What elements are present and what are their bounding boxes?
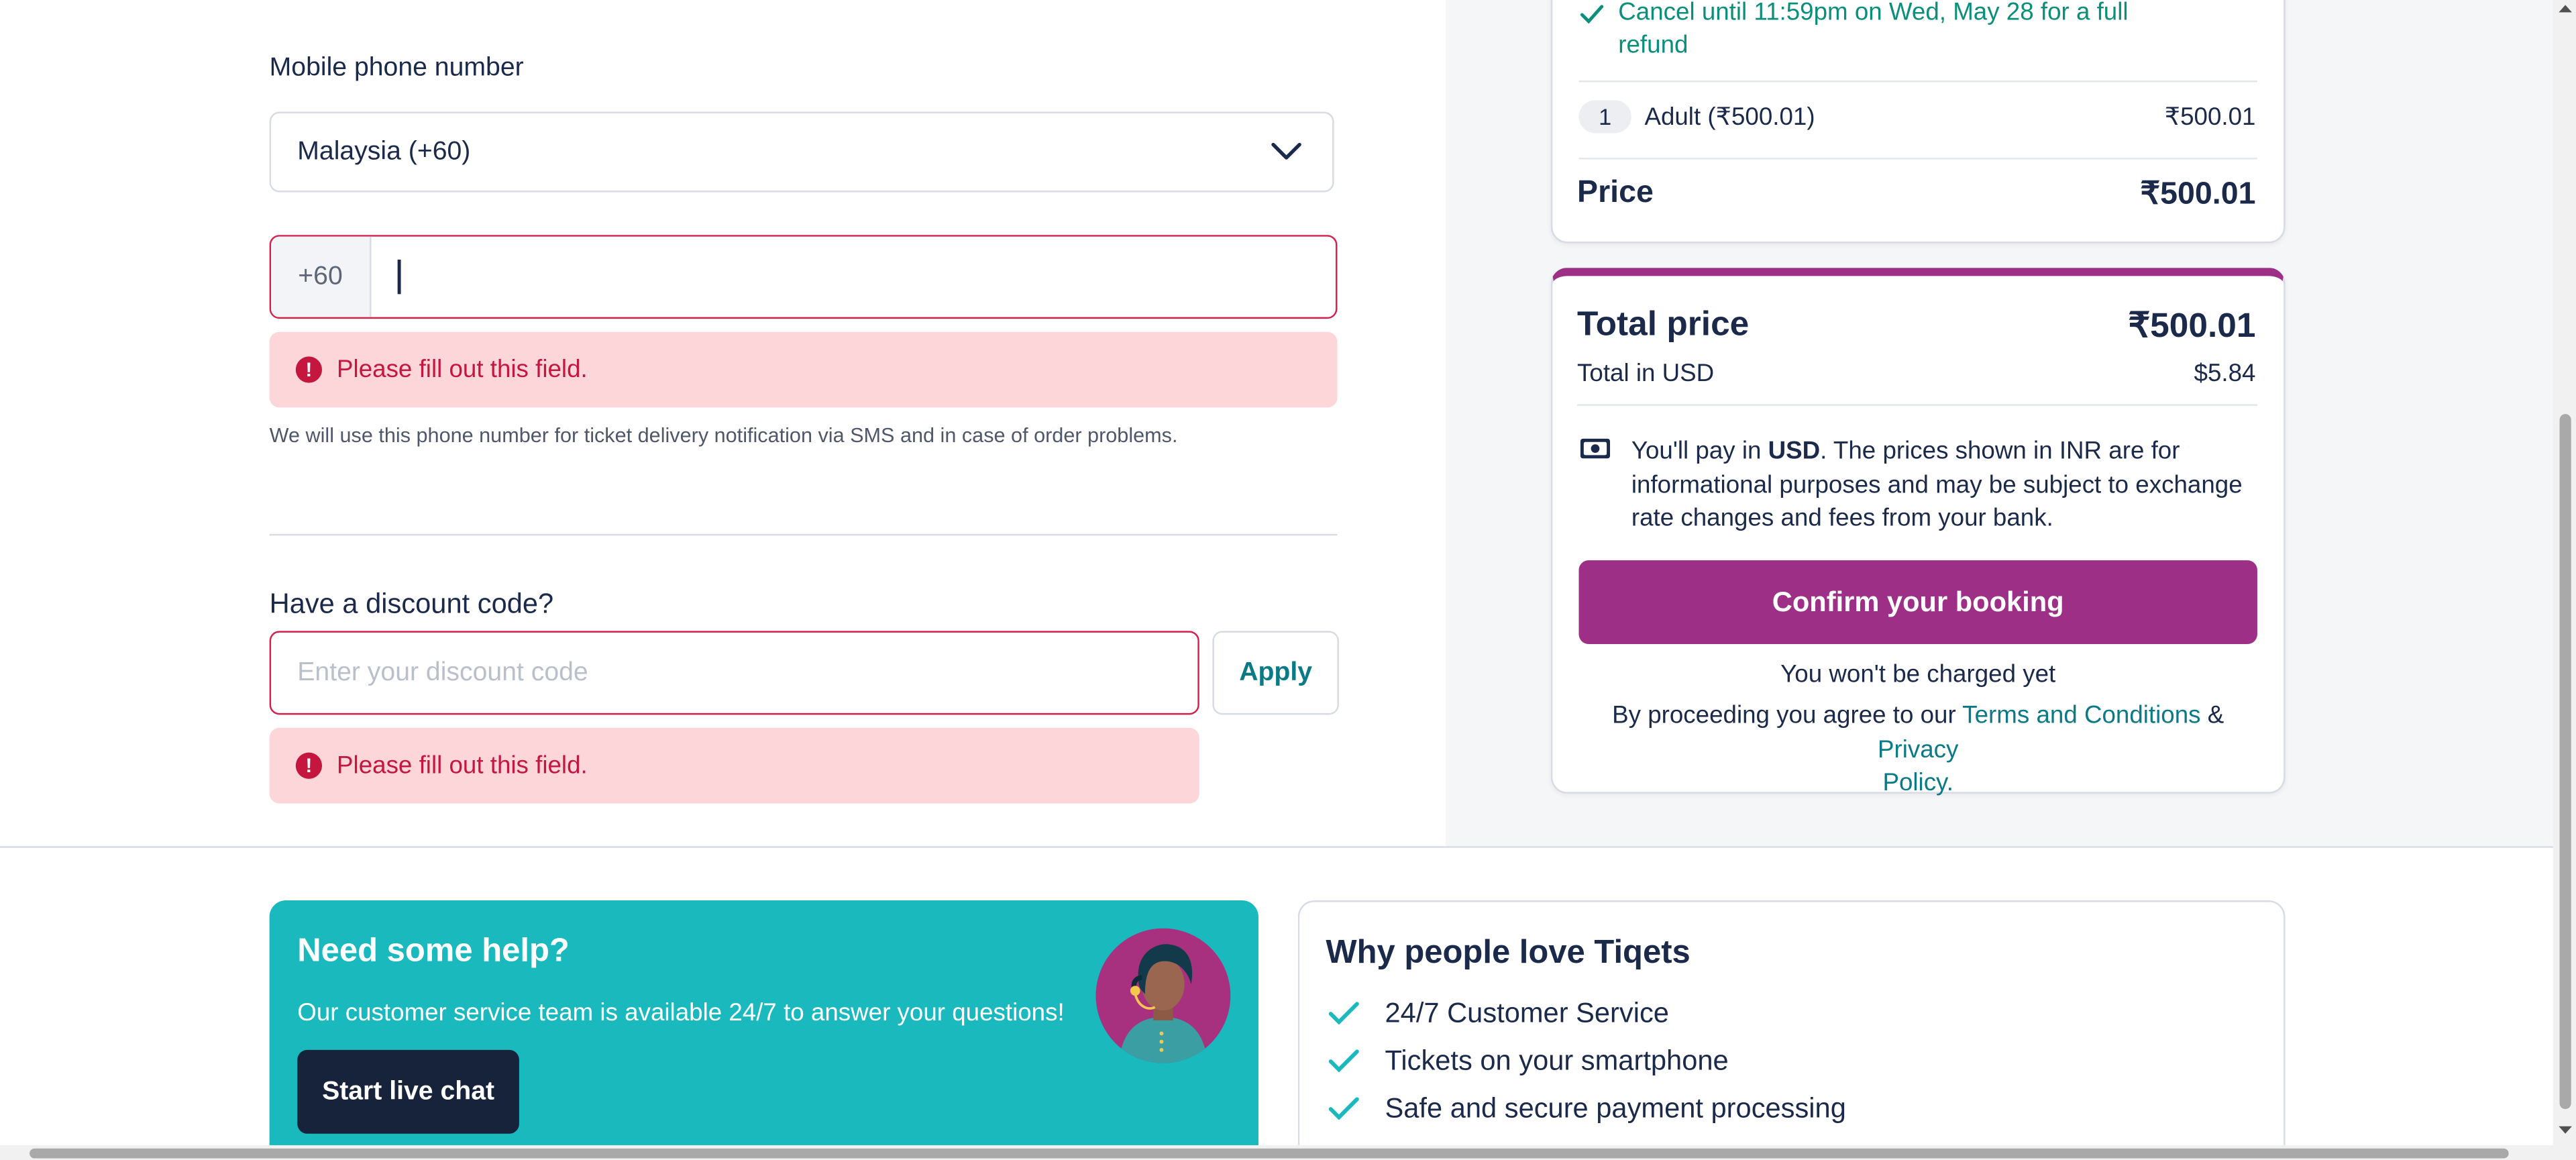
- money-icon: [1580, 438, 1611, 459]
- help-text: Our customer service team is available 2…: [297, 998, 1065, 1027]
- error-icon: !: [295, 356, 323, 383]
- apply-button[interactable]: Apply: [1212, 631, 1339, 715]
- terms-link[interactable]: Terms and Conditions: [1962, 702, 2200, 730]
- help-title: Need some help?: [297, 933, 570, 969]
- scroll-up-arrow-icon[interactable]: [2558, 3, 2573, 13]
- quantity-badge: 1: [1578, 100, 1631, 134]
- section-divider: [269, 533, 1338, 536]
- currency-notice-line3: rate changes and fees from your bank.: [1631, 504, 2053, 533]
- total-price-label: Total price: [1577, 305, 1750, 344]
- confirm-booking-button[interactable]: Confirm your booking: [1578, 560, 2257, 645]
- scroll-down-arrow-icon[interactable]: [2558, 1126, 2573, 1136]
- phone-error-message: ! Please fill out this field.: [269, 331, 1338, 408]
- currency-notice: You'll pay in USD. The prices shown in I…: [1631, 435, 2256, 537]
- why-item: Safe and secure payment processing: [1385, 1092, 1846, 1124]
- discount-label: Have a discount code?: [269, 588, 554, 620]
- summary-divider: [1578, 81, 2257, 83]
- currency-notice-line2: informational purposes and may be subjec…: [1631, 470, 2243, 499]
- total-usd-label: Total in USD: [1577, 360, 1715, 388]
- why-item: Tickets on your smartphone: [1385, 1045, 1729, 1077]
- currency-notice-line1: . The prices shown in INR are for: [1820, 437, 2180, 466]
- total-divider: [1577, 404, 2257, 406]
- phone-hint: We will use this phone number for ticket…: [269, 423, 1178, 447]
- chevron-down-icon: [1271, 142, 1301, 160]
- privacy-link-cont[interactable]: Policy: [1882, 769, 1946, 797]
- total-usd-value: $5.84: [2194, 360, 2256, 388]
- check-icon: [1328, 1097, 1359, 1120]
- legal-amp: &: [2200, 701, 2224, 730]
- cancel-policy-line1: Cancel until 11:59pm on Wed, May 28 for …: [1618, 0, 2129, 27]
- error-icon: !: [295, 752, 323, 779]
- discount-code-input[interactable]: Enter your discount code: [269, 631, 1199, 715]
- privacy-link[interactable]: Privacy: [1878, 735, 1958, 763]
- summary-divider: [1578, 158, 2257, 160]
- legal-prefix: By proceeding you agree to our: [1612, 701, 1963, 730]
- total-price-value: ₹500.01: [2128, 307, 2256, 346]
- text-caret: [397, 259, 401, 295]
- currency-notice-prefix: You'll pay in: [1631, 437, 1768, 466]
- phone-prefix: +60: [271, 236, 372, 317]
- discount-placeholder: Enter your discount code: [297, 659, 588, 687]
- price-label: Price: [1577, 176, 1654, 211]
- why-title: Why people love Tiqets: [1326, 935, 1690, 971]
- discount-error-message: ! Please fill out this field.: [269, 727, 1199, 804]
- phone-input[interactable]: +60: [269, 235, 1338, 319]
- price-value: ₹500.01: [2140, 177, 2256, 212]
- phone-label: Mobile phone number: [269, 54, 524, 83]
- currency-notice-currency: USD: [1768, 437, 1821, 466]
- check-icon: [1580, 5, 1604, 24]
- support-agent-avatar: [1095, 928, 1231, 1063]
- page-root: Mobile phone number Malaysia (+60) +60 !…: [0, 0, 2576, 1160]
- check-icon: [1328, 1049, 1359, 1073]
- phone-error-text: Please fill out this field.: [337, 356, 588, 384]
- horizontal-scrollbar-thumb[interactable]: [30, 1148, 2509, 1159]
- why-item: 24/7 Customer Service: [1385, 997, 1669, 1029]
- not-charged-text: You won't be charged yet: [1780, 660, 2056, 689]
- country-select-value: Malaysia (+60): [297, 138, 471, 166]
- cancel-policy-line2: refund: [1618, 31, 1688, 60]
- country-select[interactable]: Malaysia (+60): [269, 111, 1334, 193]
- ticket-line-price: ₹500.01: [2164, 103, 2256, 131]
- legal-period: .: [1946, 769, 1953, 797]
- check-icon: [1328, 1002, 1359, 1025]
- legal-agreement-text: By proceeding you agree to our Terms and…: [1578, 700, 2257, 801]
- section-separator: [0, 846, 2576, 848]
- discount-error-text: Please fill out this field.: [337, 751, 588, 780]
- start-live-chat-button[interactable]: Start live chat: [297, 1049, 519, 1134]
- vertical-scrollbar-thumb[interactable]: [2559, 414, 2571, 1110]
- ticket-type-label: Adult (₹500.01): [1644, 103, 1815, 131]
